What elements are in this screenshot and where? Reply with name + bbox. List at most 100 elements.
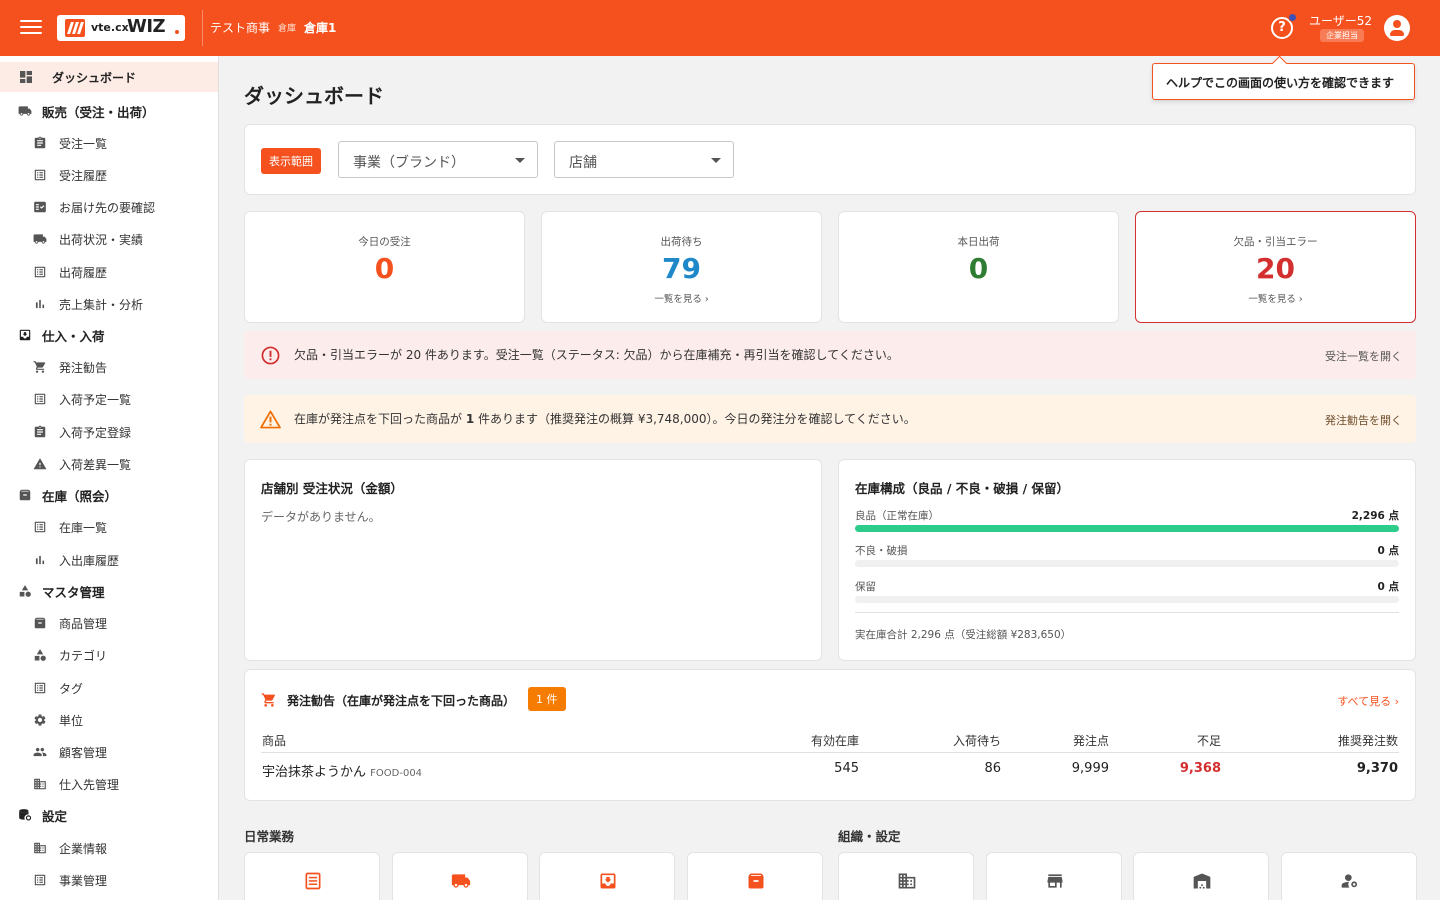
sidebar-item-label: 商品管理 [59, 616, 108, 631]
tile-receiving[interactable] [539, 852, 675, 900]
list-icon [33, 681, 47, 695]
sidebar-item-17[interactable]: 商品管理 [0, 608, 218, 638]
cart-icon [261, 693, 275, 707]
tile-users[interactable] [1281, 852, 1417, 900]
building-icon [33, 777, 47, 791]
sidebar-item-22[interactable]: 仕入先管理 [0, 769, 218, 799]
tile-company[interactable] [838, 852, 974, 900]
tile-shipping[interactable] [392, 852, 528, 900]
open-orders-link[interactable]: 受注一覧を開く [1325, 348, 1402, 364]
sidebar-item-label: 在庫一覧 [59, 520, 108, 535]
warehouse-name[interactable]: 倉庫1 [304, 19, 336, 36]
sidebar-item-1[interactable]: 販売（受注・出荷） [0, 96, 218, 126]
col-shortage: 不足 [1196, 734, 1221, 748]
list-icon [305, 872, 321, 890]
kpi-card-3[interactable]: 欠品・引当エラー 20 一覧を見る › [1135, 211, 1416, 323]
sidebar-item-4[interactable]: お届け先の要確認 [0, 192, 218, 222]
business-select-value: 事業（ブランド） [353, 155, 465, 171]
help-tooltip: ヘルプでこの画面の使い方を確認できます [1152, 63, 1415, 100]
list-icon [33, 265, 47, 279]
open-reorder-link[interactable]: 発注勧告を開く [1325, 412, 1402, 428]
kpi-value: 0 [374, 252, 395, 285]
sidebar-item-7[interactable]: 売上集計・分析 [0, 289, 218, 319]
store-select-value: 店舗 [569, 155, 597, 171]
sidebar-item-19[interactable]: タグ [0, 673, 218, 703]
business-select[interactable]: 事業（ブランド） [338, 141, 538, 178]
sidebar-item-label: 入荷予定登録 [59, 425, 132, 440]
sidebar-item-5[interactable]: 出荷状況・実績 [0, 224, 218, 254]
sidebar-item-label: 売上集計・分析 [59, 297, 144, 312]
inventory-row-value: 0 点 [1377, 545, 1399, 557]
warning-text-post: 件あります（推奨発注の概算 ¥3,748,000）。今日の発注分を確認してくださ… [474, 412, 916, 426]
tile-orders[interactable] [244, 852, 380, 900]
display-range-badge: 表示範囲 [261, 148, 321, 174]
archive-icon [748, 873, 764, 889]
inventory-progress-fill [855, 525, 1399, 532]
sidebar-item-15[interactable]: 入出庫履歴 [0, 545, 218, 575]
sidebar-item-25[interactable]: 事業管理 [0, 865, 218, 895]
app-logo[interactable]: vte.cx WIZ [57, 15, 185, 41]
sidebar-item-11[interactable]: 入荷予定登録 [0, 417, 218, 447]
user-name[interactable]: ユーザー52 [1309, 12, 1372, 29]
hamburger-menu-icon[interactable] [20, 16, 42, 38]
warehouse-label: 倉庫 [278, 24, 297, 34]
daily-tasks-title: 日常業務 [244, 829, 295, 844]
dashboard-icon [18, 70, 34, 84]
account-circle-icon[interactable] [1384, 15, 1410, 41]
building-icon [898, 873, 916, 889]
inventory-card: 在庫構成（良品 / 不良・破損 / 保留） 実在庫合計 2,296 点（受注総額… [838, 459, 1416, 661]
sidebar-item-16[interactable]: マスタ管理 [0, 576, 218, 606]
product-name-text: 宇治抹茶ようかん [262, 765, 367, 780]
sidebar-item-21[interactable]: 顧客管理 [0, 737, 218, 767]
sidebar-item-18[interactable]: カテゴリ [0, 640, 218, 670]
warning-icon [260, 410, 281, 429]
reorder-count-badge: 1 件 [528, 687, 566, 711]
incoming-value: 86 [984, 761, 1001, 776]
truck-icon [18, 104, 32, 118]
sidebar-item-label: マスタ管理 [42, 584, 105, 600]
error-alert-text: 欠品・引当エラーが 20 件あります。受注一覧（ステータス: 欠品）から在庫補充… [294, 348, 899, 362]
kpi-view-list-link[interactable]: 一覧を見る › [542, 291, 821, 305]
col-recommended: 推奨発注数 [1337, 734, 1398, 748]
col-available: 有効在庫 [810, 734, 859, 748]
archive-icon [18, 488, 32, 502]
sidebar-item-8[interactable]: 仕入・入荷 [0, 320, 218, 350]
tile-inventory[interactable] [687, 852, 823, 900]
sidebar-item-20[interactable]: 単位 [0, 705, 218, 735]
page-title: ダッシュボード [244, 84, 384, 108]
sidebar-item-2[interactable]: 受注一覧 [0, 128, 218, 158]
kpi-value: 79 [662, 252, 701, 285]
sidebar-item-23[interactable]: 設定 [0, 800, 218, 830]
kpi-card-0: 今日の受注 0 [244, 211, 525, 323]
notification-dot [1288, 13, 1297, 22]
sidebar-item-24[interactable]: 企業情報 [0, 833, 218, 863]
list-icon [33, 168, 47, 182]
sidebar-item-12[interactable]: 入荷差異一覧 [0, 449, 218, 479]
archive-icon [33, 616, 47, 630]
kpi-view-list-link[interactable]: 一覧を見る › [1136, 291, 1415, 305]
see-all-link[interactable]: すべて見る › [1337, 693, 1399, 709]
company-name: テスト商事 [210, 21, 271, 35]
store-select[interactable]: 店舗 [554, 141, 734, 178]
list-icon [33, 520, 47, 534]
sidebar-item-label: カテゴリ [59, 648, 108, 663]
sidebar-item-label: 単位 [59, 713, 84, 728]
warning-icon [33, 457, 47, 471]
empty-message: データがありません。 [261, 510, 381, 524]
kpi-card-1[interactable]: 出荷待ち 79 一覧を見る › [541, 211, 822, 323]
sidebar-item-3[interactable]: 受注履歴 [0, 160, 218, 190]
warning-alert: 在庫が発注点を下回った商品が 1 件あります（推奨発注の概算 ¥3,748,00… [244, 395, 1416, 443]
store-icon [1047, 874, 1063, 888]
sidebar-item-6[interactable]: 出荷履歴 [0, 257, 218, 287]
sidebar-item-label: ダッシュボード [52, 70, 137, 85]
sidebar-item-10[interactable]: 入荷予定一覧 [0, 384, 218, 414]
sidebar-item-9[interactable]: 発注勧告 [0, 352, 218, 382]
sidebar-item-0[interactable]: ダッシュボード [0, 62, 218, 92]
sidebar-item-14[interactable]: 在庫一覧 [0, 512, 218, 542]
kpi-label: 本日出荷 [957, 236, 1000, 248]
reorder-point-value: 9,999 [1071, 761, 1109, 776]
tile-stores[interactable] [986, 852, 1122, 900]
sidebar-item-13[interactable]: 在庫（照会） [0, 480, 218, 510]
list-icon [33, 392, 47, 406]
tile-warehouses[interactable] [1133, 852, 1269, 900]
